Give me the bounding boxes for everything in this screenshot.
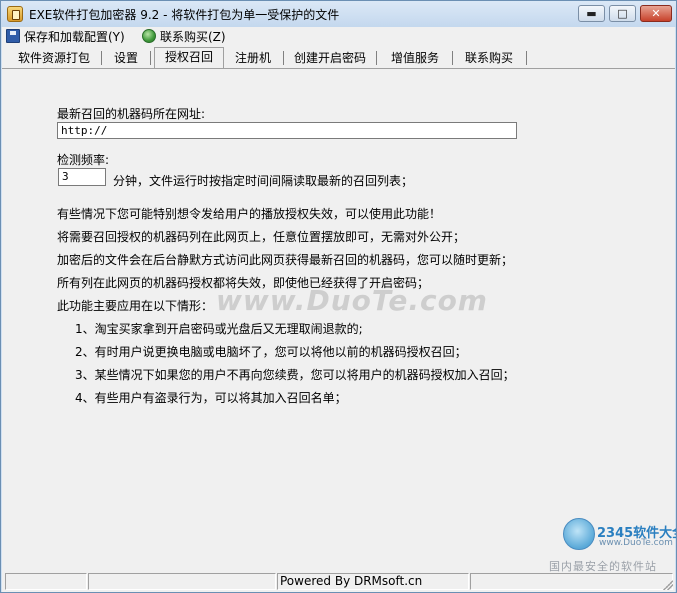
status-cell-2	[88, 573, 276, 590]
globe-icon	[142, 29, 156, 43]
tab-value-added[interactable]: 增值服务	[382, 49, 448, 67]
status-cell-4	[470, 573, 673, 590]
watermark-text: www.DuoTe.com	[216, 284, 488, 317]
tab-separator	[283, 51, 284, 65]
bear-mascot-icon	[563, 518, 595, 550]
use-case-item: 3、某些情况下如果您的用户不再向您续费，您可以将用户的机器码授权加入召回；	[75, 368, 515, 382]
menu-contact-buy[interactable]: 联系购买(Z)	[142, 29, 226, 45]
title-bar[interactable]: EXE软件打包加密器 9.2 - 将软件打包为单一受保护的文件 ▬ □ ✕	[1, 1, 676, 27]
use-case-item: 1、淘宝买家拿到开启密码或光盘后又无理取闹退款的;	[75, 322, 363, 336]
tab-resource-pack[interactable]: 软件资源打包	[12, 49, 96, 67]
tab-license-recall[interactable]: 授权召回	[154, 47, 224, 68]
app-window: EXE软件打包加密器 9.2 - 将软件打包为单一受保护的文件 ▬ □ ✕ 保存…	[0, 0, 677, 593]
tab-contact-buy[interactable]: 联系购买	[456, 49, 522, 67]
resize-grip[interactable]	[663, 580, 673, 590]
close-button[interactable]: ✕	[640, 5, 672, 22]
info-line: 有些情况下您可能特别想令发给用户的播放授权失效，可以使用此功能！	[57, 207, 442, 221]
maximize-button[interactable]: □	[609, 5, 636, 22]
check-frequency-input[interactable]: 3	[58, 168, 106, 186]
use-case-item: 2、有时用户说更换电脑或电脑坏了，您可以将他以前的机器码授权召回；	[75, 345, 467, 359]
status-bar: Powered By DRMsoft.cn	[2, 572, 675, 592]
minimize-button[interactable]: ▬	[578, 5, 605, 22]
use-case-item: 4、有些用户有盗录行为，可以将其加入召回名单；	[75, 391, 347, 405]
check-frequency-suffix: 分钟，文件运行时按指定时间间隔读取最新的召回列表；	[113, 174, 414, 188]
corner-logo: 2345软件大全 www.DuoTe.com 国内最安全的软件站	[549, 504, 676, 576]
logo-url: www.DuoTe.com	[599, 538, 673, 548]
tab-bar: 软件资源打包 设置 授权召回 注册机 创建开启密码 增值服务 联系购买	[2, 47, 675, 69]
recall-url-label: 最新召回的机器码所在网址:	[57, 107, 206, 121]
info-line: 此功能主要应用在以下情形：	[57, 299, 214, 313]
tab-keygen[interactable]: 注册机	[228, 49, 278, 67]
menu-save-config[interactable]: 保存和加载配置(Y)	[6, 29, 125, 45]
status-cell-1	[5, 573, 87, 590]
tab-separator	[526, 51, 527, 65]
tab-separator	[376, 51, 377, 65]
app-icon[interactable]	[7, 6, 23, 22]
tab-settings[interactable]: 设置	[106, 49, 146, 67]
tab-separator	[101, 51, 102, 65]
window-title: EXE软件打包加密器 9.2 - 将软件打包为单一受保护的文件	[29, 8, 340, 22]
info-line: 将需要召回授权的机器码列在此网页上，任意位置摆放即可，无需对外公开；	[57, 230, 466, 244]
tab-create-password[interactable]: 创建开启密码	[288, 49, 372, 67]
tab-separator	[150, 51, 151, 65]
menu-save-config-label: 保存和加载配置(Y)	[24, 30, 125, 44]
menu-bar: 保存和加载配置(Y) 联系购买(Z)	[2, 27, 675, 47]
floppy-disk-icon	[6, 29, 20, 43]
check-frequency-label: 检测频率:	[57, 153, 110, 167]
recall-url-input[interactable]: http://	[57, 122, 517, 139]
menu-contact-buy-label: 联系购买(Z)	[160, 30, 226, 44]
tab-separator	[452, 51, 453, 65]
recall-panel: 最新召回的机器码所在网址: http:// 检测频率: 3 分钟，文件运行时按指…	[2, 68, 675, 572]
status-powered-by: Powered By DRMsoft.cn	[277, 573, 469, 590]
info-line: 加密后的文件会在后台静默方式访问此网页获得最新召回的机器码，您可以随时更新；	[57, 253, 514, 267]
